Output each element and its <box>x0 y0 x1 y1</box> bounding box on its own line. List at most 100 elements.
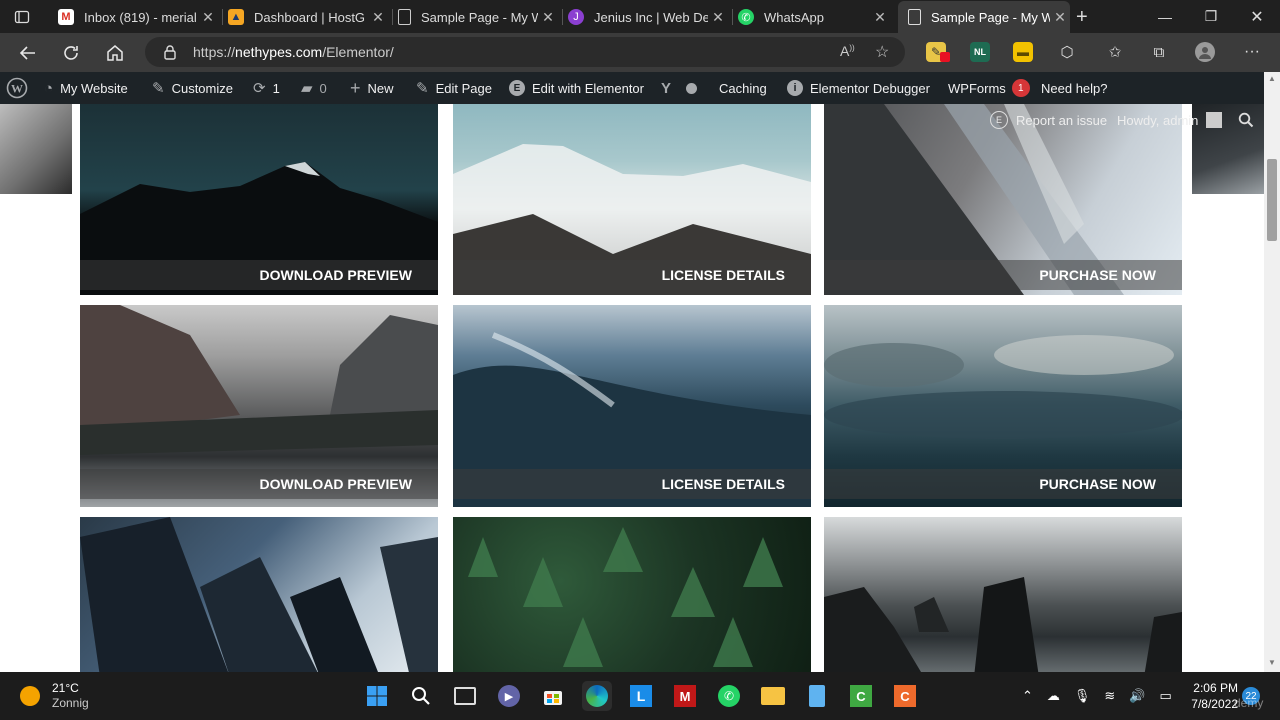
elementor-debugger-menu[interactable]: i Elementor Debugger <box>787 72 930 104</box>
elementor-report-issue[interactable]: E Report an issue <box>990 104 1107 136</box>
tab-sample-page-active[interactable]: Sample Page - My W ✕ <box>898 1 1070 33</box>
add-favorite-icon[interactable]: ☆ <box>875 42 889 62</box>
updates-link[interactable]: ⟳ 1 <box>253 72 280 104</box>
url-path: /Elementor/ <box>322 44 394 60</box>
page-scrollbar[interactable]: ▲ ▼ <box>1264 72 1280 672</box>
my-website-link[interactable]: ◔ My Website <box>44 72 128 104</box>
start-button[interactable] <box>362 681 392 711</box>
wifi-icon[interactable]: ≋ <box>1104 688 1115 704</box>
new-content-link[interactable]: + New <box>350 72 394 104</box>
close-window-button[interactable]: ✕ <box>1234 0 1280 33</box>
edit-page-link[interactable]: ✎ Edit Page <box>416 72 492 104</box>
scroll-up-icon[interactable]: ▲ <box>1268 74 1276 83</box>
home-button[interactable] <box>101 39 129 67</box>
notepad-icon <box>809 685 825 707</box>
download-preview-label[interactable]: DOWNLOAD PREVIEW <box>80 469 438 499</box>
need-help-link[interactable]: Need help? <box>1041 72 1108 104</box>
close-tab-icon[interactable]: ✕ <box>368 9 388 26</box>
gallery-image-wave[interactable]: LICENSE DETAILS <box>453 305 811 507</box>
tab-actions-icon[interactable] <box>14 4 34 30</box>
updates-count: 1 <box>272 80 280 96</box>
search-taskbar-button[interactable] <box>406 681 436 711</box>
mcafee-button[interactable]: M <box>670 681 700 711</box>
my-account-menu[interactable]: Howdy, admin <box>1117 104 1223 136</box>
url-text[interactable]: https://nethypes.com/Elementor/ <box>193 44 394 60</box>
lock-icon[interactable] <box>163 44 177 65</box>
gallery-image-snowy-mountain[interactable]: LICENSE DETAILS <box>453 104 811 295</box>
gallery-image-sea-rocks[interactable] <box>824 517 1182 672</box>
new-tab-button[interactable]: + <box>1076 4 1096 30</box>
maximize-button[interactable]: ❐ <box>1188 0 1234 33</box>
battery-icon[interactable]: ▭ <box>1160 688 1172 704</box>
teams-chat-button[interactable]: ▶ <box>494 681 524 711</box>
clock[interactable]: 2:06 PM 7/8/2022 <box>1188 672 1238 720</box>
caching-label: Caching <box>719 80 767 96</box>
file-explorer-button[interactable] <box>758 681 788 711</box>
extensions-puzzle-icon[interactable]: ⬡ <box>1057 42 1077 62</box>
wordpress-logo-icon[interactable]: W <box>6 72 28 104</box>
tab-whatsapp[interactable]: ✆ WhatsApp ✕ <box>738 4 890 30</box>
gallery-image-forest[interactable] <box>453 517 811 672</box>
gallery-image-mountain-night[interactable]: DOWNLOAD PREVIEW <box>80 104 438 295</box>
volume-icon[interactable]: 🔊 <box>1129 688 1145 704</box>
search-button[interactable] <box>1238 104 1254 136</box>
tab-title: WhatsApp <box>764 9 824 25</box>
favorites-icon[interactable]: ✩ <box>1105 42 1125 62</box>
weather-widget[interactable]: 21°C Zonnig <box>20 672 89 720</box>
tab-hostgator[interactable]: ▲ Dashboard | HostG ✕ <box>228 4 388 30</box>
tab-jenius[interactable]: J Jenius Inc | Web De ✕ <box>568 4 728 30</box>
edit-with-elementor-link[interactable]: E Edit with Elementor <box>509 72 644 104</box>
nl-extension-icon[interactable]: NL <box>970 42 990 62</box>
caching-menu[interactable]: Caching <box>719 72 767 104</box>
customize-link[interactable]: ✎ Customize <box>152 72 233 104</box>
refresh-button[interactable] <box>57 39 85 67</box>
notes-extension-icon[interactable]: ▬ <box>1013 42 1033 62</box>
app-c-green-button[interactable]: C <box>846 681 876 711</box>
tab-title: Sample Page - My W <box>421 9 538 25</box>
app-l-blue-button[interactable]: L <box>626 681 656 711</box>
tab-title: Inbox (819) - merial <box>84 9 197 25</box>
scrollbar-thumb[interactable] <box>1267 159 1277 241</box>
read-aloud-icon[interactable]: A)) <box>840 43 855 59</box>
download-preview-label[interactable]: DOWNLOAD PREVIEW <box>80 260 438 290</box>
collections-icon[interactable]: ⧉ <box>1149 42 1169 62</box>
wpforms-menu[interactable]: WPForms 1 <box>948 72 1030 104</box>
onedrive-icon[interactable]: ☁ <box>1047 688 1060 704</box>
notepad-button[interactable] <box>802 681 832 711</box>
address-bar[interactable]: https://nethypes.com/Elementor/ A)) ☆ <box>145 37 905 67</box>
profile-avatar[interactable] <box>1195 42 1215 62</box>
close-tab-icon[interactable]: ✕ <box>538 9 558 26</box>
chevron-up-icon[interactable]: ⌃ <box>1022 688 1033 704</box>
tab-sample-page[interactable]: Sample Page - My W ✕ <box>398 4 558 30</box>
yoast-menu[interactable]: Y <box>661 72 698 104</box>
gallery-image-skyscrapers[interactable] <box>80 517 438 672</box>
close-tab-icon[interactable]: ✕ <box>870 9 890 26</box>
minimize-button[interactable]: — <box>1142 0 1188 33</box>
license-details-label[interactable]: LICENSE DETAILS <box>453 469 811 499</box>
purchase-now-label[interactable]: PURCHASE NOW <box>824 469 1182 499</box>
close-tab-icon[interactable]: ✕ <box>198 9 218 26</box>
edge-button[interactable] <box>582 681 612 711</box>
more-menu-icon[interactable]: ··· <box>1242 42 1262 62</box>
scroll-down-icon[interactable]: ▼ <box>1268 658 1276 667</box>
tab-gmail[interactable]: M Inbox (819) - merial ✕ <box>58 4 218 30</box>
windows-taskbar: 21°C Zonnig ▶ L M ✆ C C ⌃ ☁ 🎙 ≋ 🔊 ▭ 2:06… <box>0 672 1280 720</box>
microphone-icon[interactable]: 🎙 <box>1074 688 1091 704</box>
purchase-now-label[interactable]: PURCHASE NOW <box>824 260 1182 290</box>
page-content: DOWNLOAD PREVIEW LICENSE DETAILS PURCHAS… <box>0 104 1264 672</box>
store-button[interactable] <box>538 681 568 711</box>
comments-link[interactable]: ▰ 0 <box>301 72 327 104</box>
close-tab-icon[interactable]: ✕ <box>708 9 728 26</box>
avatar <box>1206 112 1223 128</box>
app-c-orange-button[interactable]: C <box>890 681 920 711</box>
back-button[interactable] <box>14 39 42 67</box>
howdy-label: Howdy, admin <box>1117 112 1199 128</box>
whatsapp-taskbar-button[interactable]: ✆ <box>714 681 744 711</box>
tab-separator <box>222 9 223 25</box>
close-tab-icon[interactable]: ✕ <box>1050 9 1070 26</box>
task-view-button[interactable] <box>450 681 480 711</box>
license-details-label[interactable]: LICENSE DETAILS <box>453 260 811 290</box>
page-icon <box>398 9 411 25</box>
gallery-image-clouds[interactable]: PURCHASE NOW <box>824 305 1182 507</box>
gallery-image-valley[interactable]: DOWNLOAD PREVIEW <box>80 305 438 507</box>
